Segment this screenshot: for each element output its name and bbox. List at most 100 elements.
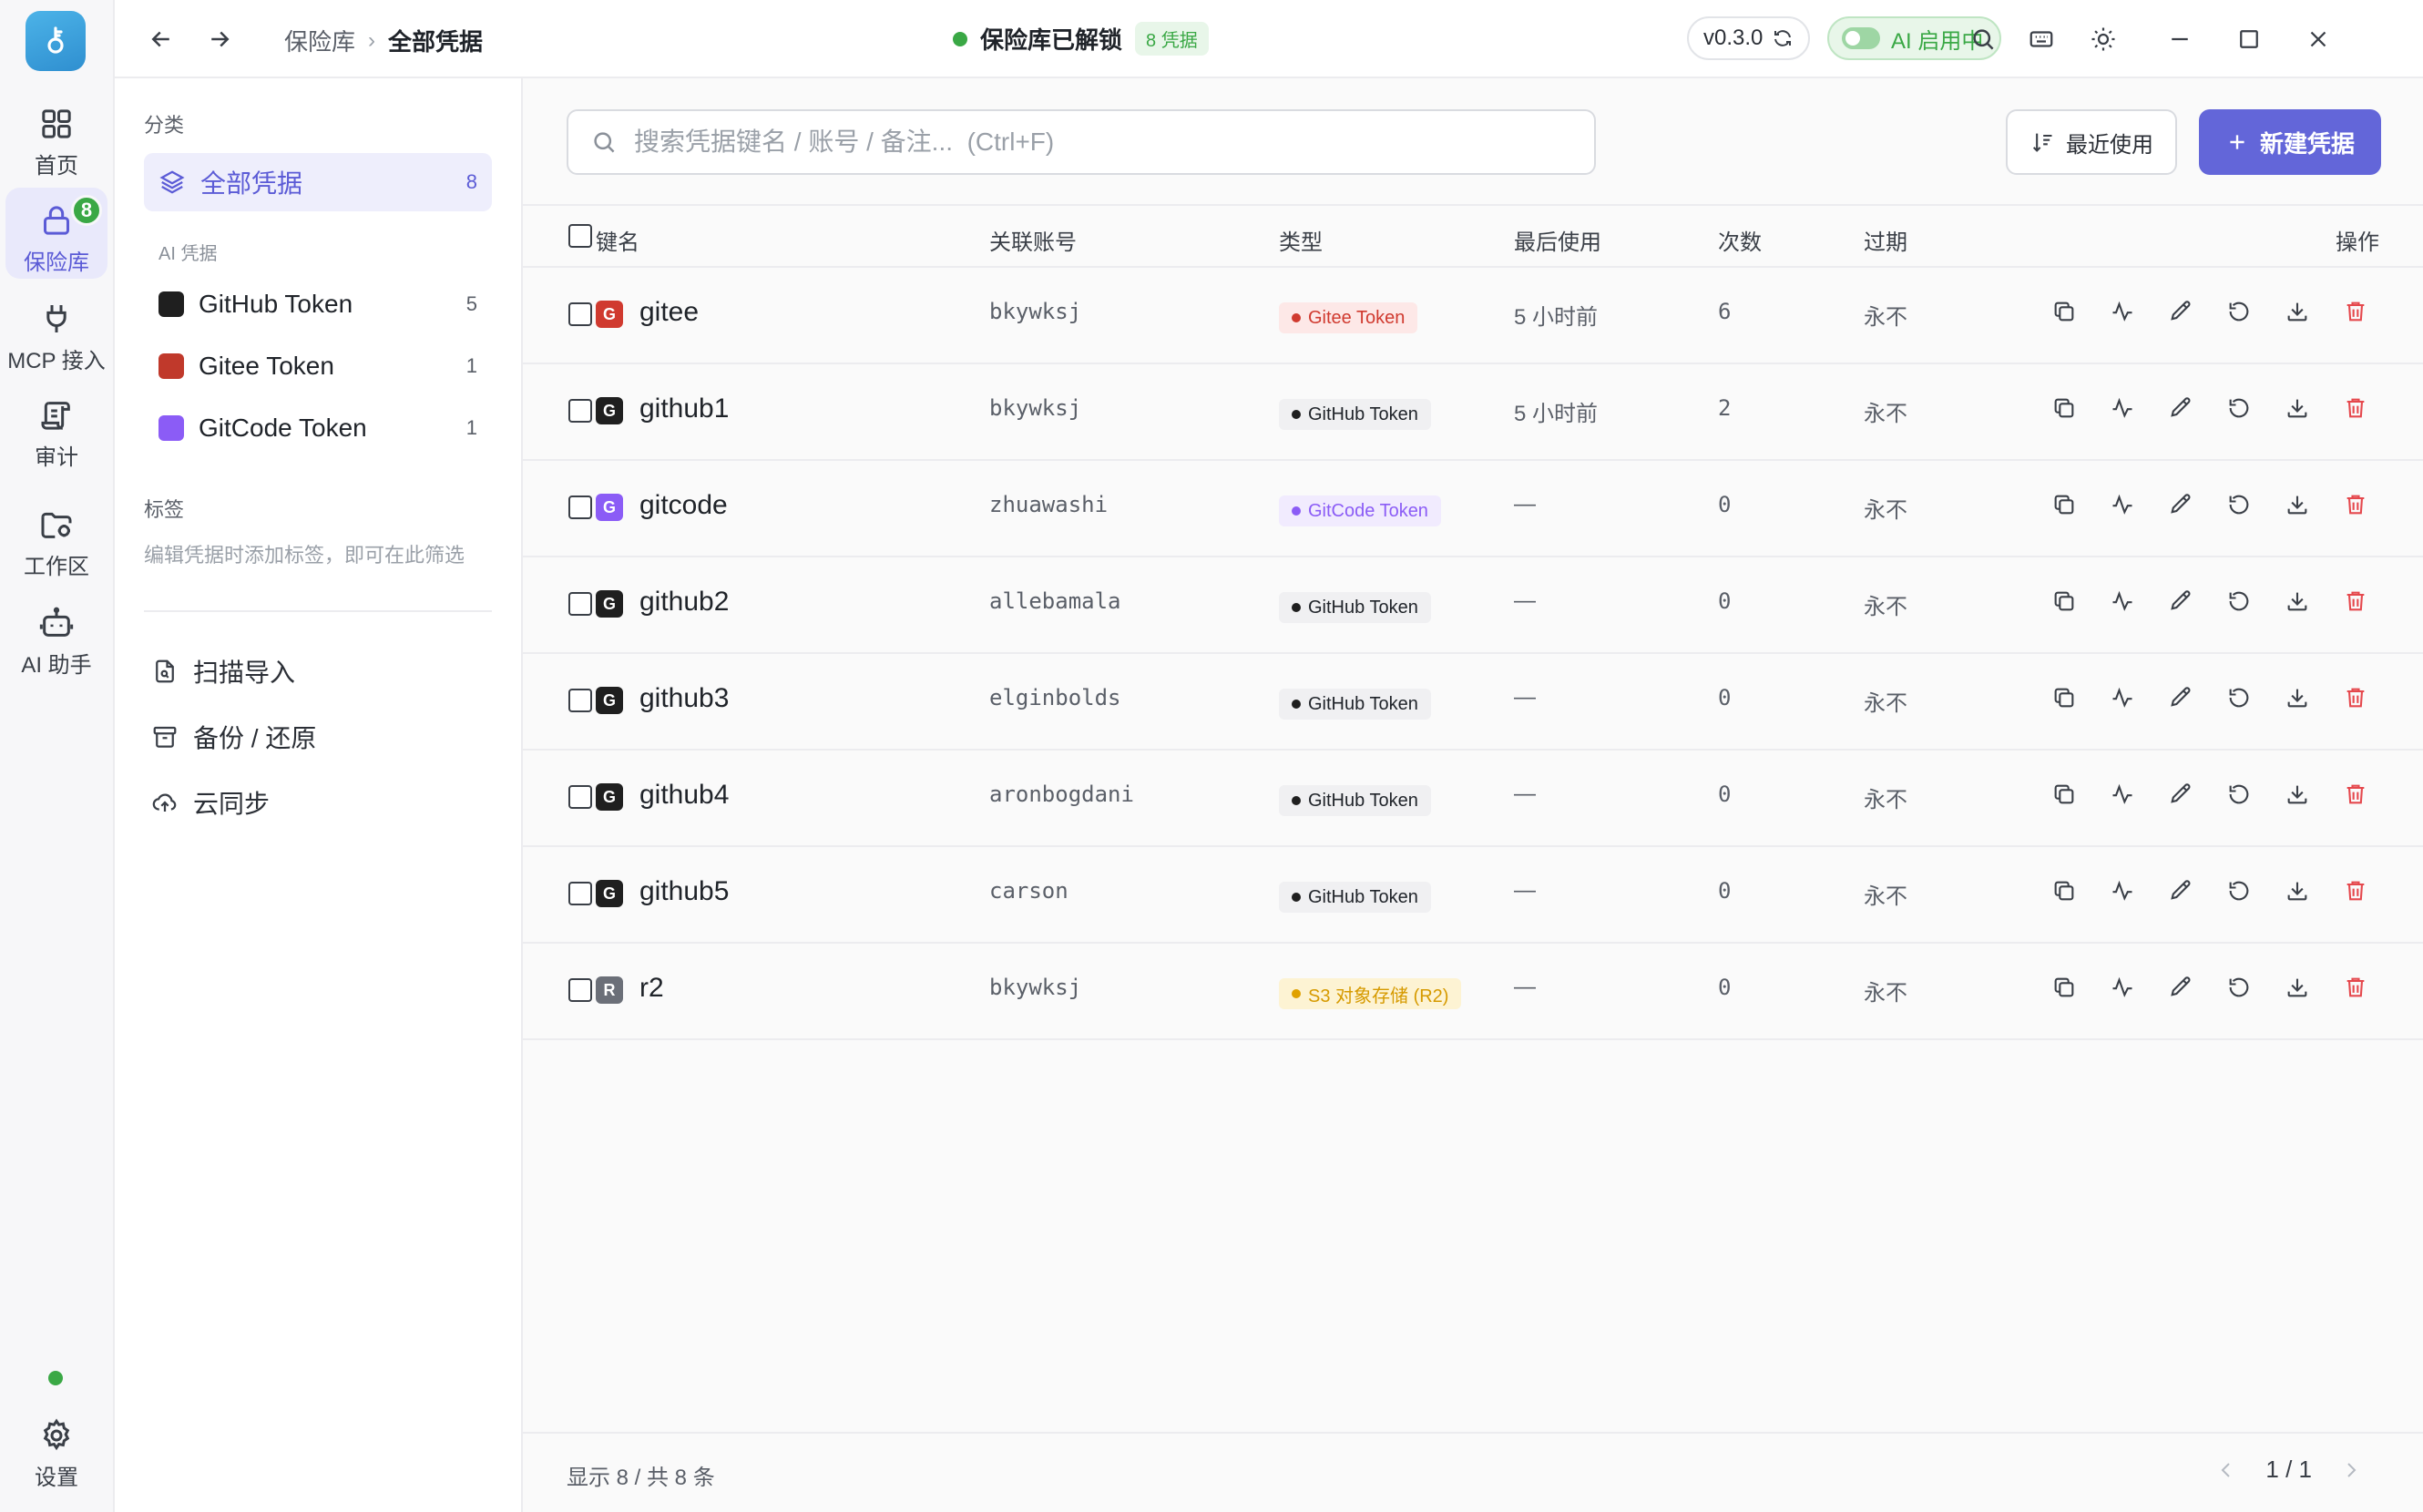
rail-item-vault[interactable]: 保险库 8 xyxy=(5,188,107,279)
download-button[interactable] xyxy=(2283,297,2312,326)
search-button[interactable] xyxy=(1964,20,2002,58)
forward-button[interactable] xyxy=(200,20,239,58)
rotate-button[interactable] xyxy=(2224,490,2254,519)
rail-item-home[interactable]: 首页 xyxy=(5,91,107,182)
delete-button[interactable] xyxy=(2341,490,2370,519)
column-header-name[interactable]: 键名 xyxy=(596,224,639,256)
close-button[interactable] xyxy=(2299,20,2337,58)
edit-button[interactable] xyxy=(2166,393,2195,423)
version-check-button[interactable]: v0.3.0 xyxy=(1687,16,1811,60)
rail-item-workspace[interactable]: 工作区 xyxy=(5,492,107,583)
next-page-button[interactable] xyxy=(2337,1456,2365,1484)
table-row[interactable]: G gitcode zhuawashi GitCode Token — 0 永不 xyxy=(523,461,2423,557)
prev-page-button[interactable] xyxy=(2213,1456,2240,1484)
edit-button[interactable] xyxy=(2166,876,2195,905)
table-row[interactable]: G github1 bkywksj GitHub Token 5 小时前 2 永… xyxy=(523,364,2423,461)
row-checkbox[interactable] xyxy=(568,689,592,712)
edit-button[interactable] xyxy=(2166,587,2195,616)
table-row[interactable]: G gitee bkywksj Gitee Token 5 小时前 6 永不 xyxy=(523,268,2423,364)
rail-item-audit[interactable]: 审计 xyxy=(5,383,107,474)
row-checkbox[interactable] xyxy=(568,785,592,809)
scan-import-button[interactable]: 扫描导入 xyxy=(151,649,295,694)
row-checkbox[interactable] xyxy=(568,302,592,326)
table-row[interactable]: G github2 allebamala GitHub Token — 0 永不 xyxy=(523,557,2423,654)
new-credential-button[interactable]: 新建凭据 xyxy=(2199,109,2381,175)
edit-button[interactable] xyxy=(2166,490,2195,519)
sidebar-item-gitee-token[interactable]: Gitee Token 1 xyxy=(144,337,492,395)
copy-button[interactable] xyxy=(2050,393,2079,423)
download-button[interactable] xyxy=(2283,393,2312,423)
column-header-last-used[interactable]: 最后使用 xyxy=(1514,224,1601,256)
copy-button[interactable] xyxy=(2050,973,2079,1002)
edit-button[interactable] xyxy=(2166,297,2195,326)
download-button[interactable] xyxy=(2283,780,2312,809)
sidebar-item-gitcode-token[interactable]: GitCode Token 1 xyxy=(144,399,492,457)
maximize-button[interactable] xyxy=(2230,20,2268,58)
download-button[interactable] xyxy=(2283,876,2312,905)
activity-button[interactable] xyxy=(2108,973,2137,1002)
copy-button[interactable] xyxy=(2050,297,2079,326)
delete-button[interactable] xyxy=(2341,683,2370,712)
rotate-button[interactable] xyxy=(2224,297,2254,326)
rail-item-ai-assistant[interactable]: AI 助手 xyxy=(5,590,107,681)
copy-button[interactable] xyxy=(2050,683,2079,712)
delete-button[interactable] xyxy=(2341,876,2370,905)
table-row[interactable]: R r2 bkywksj S3 对象存储 (R2) — 0 永不 xyxy=(523,944,2423,1040)
rail-item-mcp[interactable]: MCP 接入 xyxy=(5,286,107,377)
delete-button[interactable] xyxy=(2341,587,2370,616)
credential-name[interactable]: github5 xyxy=(639,876,729,907)
edit-button[interactable] xyxy=(2166,973,2195,1002)
theme-toggle-button[interactable] xyxy=(2084,20,2122,58)
activity-button[interactable] xyxy=(2108,876,2137,905)
rail-item-settings[interactable]: 设置 xyxy=(5,1403,107,1494)
delete-button[interactable] xyxy=(2341,973,2370,1002)
credential-name[interactable]: github3 xyxy=(639,683,729,714)
rotate-button[interactable] xyxy=(2224,393,2254,423)
copy-button[interactable] xyxy=(2050,780,2079,809)
search-box[interactable] xyxy=(567,109,1596,175)
edit-button[interactable] xyxy=(2166,780,2195,809)
row-checkbox[interactable] xyxy=(568,978,592,1002)
activity-button[interactable] xyxy=(2108,490,2137,519)
search-input[interactable] xyxy=(634,128,1594,157)
column-header-type[interactable]: 类型 xyxy=(1279,224,1323,256)
backup-restore-button[interactable]: 备份 / 还原 xyxy=(151,714,316,760)
rotate-button[interactable] xyxy=(2224,973,2254,1002)
row-checkbox[interactable] xyxy=(568,592,592,616)
column-header-expiry[interactable]: 过期 xyxy=(1864,224,1907,256)
activity-button[interactable] xyxy=(2108,780,2137,809)
delete-button[interactable] xyxy=(2341,393,2370,423)
credential-name[interactable]: github1 xyxy=(639,393,729,424)
row-checkbox[interactable] xyxy=(568,399,592,423)
breadcrumb-vault[interactable]: 保险库 xyxy=(284,24,355,57)
download-button[interactable] xyxy=(2283,587,2312,616)
copy-button[interactable] xyxy=(2050,587,2079,616)
credential-name[interactable]: r2 xyxy=(639,973,664,1004)
delete-button[interactable] xyxy=(2341,297,2370,326)
activity-button[interactable] xyxy=(2108,393,2137,423)
copy-button[interactable] xyxy=(2050,876,2079,905)
column-header-account[interactable]: 关联账号 xyxy=(989,224,1077,256)
table-row[interactable]: G github4 aronbogdani GitHub Token — 0 永… xyxy=(523,751,2423,847)
edit-button[interactable] xyxy=(2166,683,2195,712)
download-button[interactable] xyxy=(2283,490,2312,519)
sort-recent-button[interactable]: 最近使用 xyxy=(2006,109,2177,175)
cloud-sync-button[interactable]: 云同步 xyxy=(151,780,270,825)
rotate-button[interactable] xyxy=(2224,876,2254,905)
row-checkbox[interactable] xyxy=(568,882,592,905)
back-button[interactable] xyxy=(142,20,180,58)
delete-button[interactable] xyxy=(2341,780,2370,809)
rotate-button[interactable] xyxy=(2224,683,2254,712)
rotate-button[interactable] xyxy=(2224,780,2254,809)
sidebar-item-github-token[interactable]: GitHub Token 5 xyxy=(144,275,492,333)
sidebar-item-all-credentials[interactable]: 全部凭据 8 xyxy=(144,153,492,211)
credential-name[interactable]: github4 xyxy=(639,780,729,811)
copy-button[interactable] xyxy=(2050,490,2079,519)
table-row[interactable]: G github3 elginbolds GitHub Token — 0 永不 xyxy=(523,654,2423,751)
activity-button[interactable] xyxy=(2108,587,2137,616)
column-header-count[interactable]: 次数 xyxy=(1718,224,1762,256)
table-row[interactable]: G github5 carson GitHub Token — 0 永不 xyxy=(523,847,2423,944)
credential-name[interactable]: gitee xyxy=(639,297,699,328)
credential-name[interactable]: gitcode xyxy=(639,490,728,521)
download-button[interactable] xyxy=(2283,973,2312,1002)
